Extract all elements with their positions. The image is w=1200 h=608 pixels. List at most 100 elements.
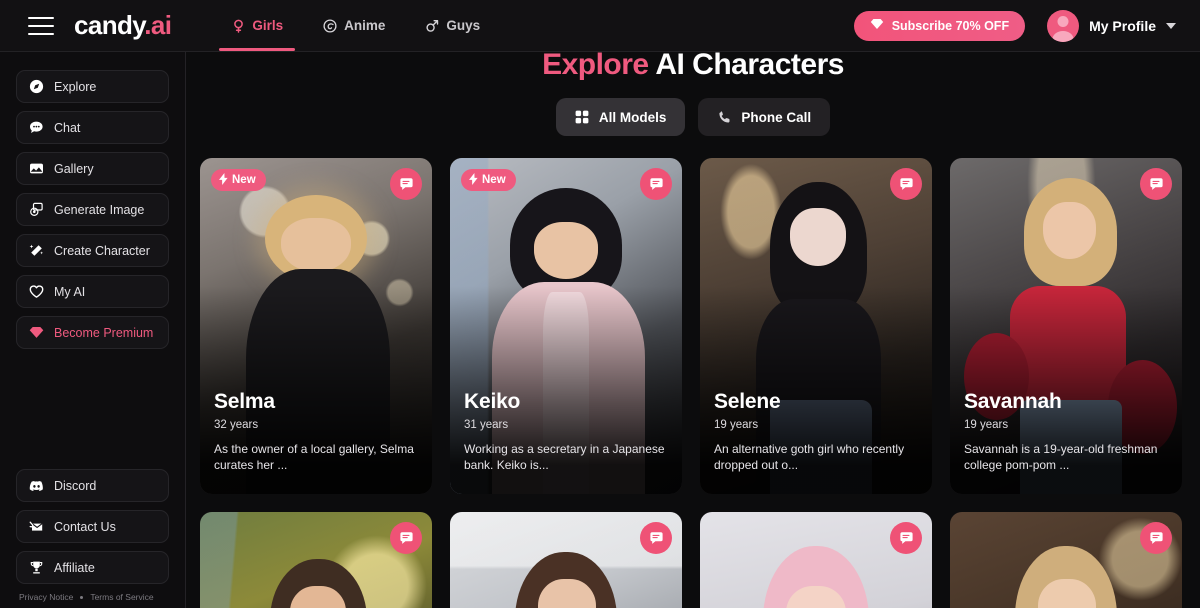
page-root: candy.ai Girls Anime Guys Subscribe 70% … [0,0,1200,608]
diamond-icon [29,325,44,340]
character-card[interactable]: New Selma 32 years As the owner of a loc… [200,158,432,494]
chevron-down-icon [1166,22,1176,29]
header-actions: Subscribe 70% OFF My Profile [853,9,1176,42]
sidebar-item-my-ai[interactable]: My AI [16,275,169,308]
chat-button[interactable] [390,168,422,200]
terms-of-service-link[interactable]: Terms of Service [90,592,153,602]
privacy-notice-link[interactable]: Privacy Notice [19,592,73,602]
tab-phone-call-label: Phone Call [741,109,812,125]
phone-icon [717,110,732,125]
filter-tabs: All Models Phone Call [186,98,1200,136]
new-badge-label: New [232,174,256,186]
sidebar-item-explore[interactable]: Explore [16,70,169,103]
nav-tab-anime-label: Anime [344,18,386,33]
nav-tab-girls-label: Girls [252,18,284,33]
page-title-highlight: Explore [542,52,649,81]
nav-tab-anime[interactable]: Anime [311,0,397,52]
nav-tab-guys-label: Guys [446,18,481,33]
sidebar-item-my-ai-label: My AI [54,284,86,299]
chat-button[interactable] [890,522,922,554]
sidebar-item-generate-image-label: Generate Image [54,202,145,217]
avatar [1047,9,1080,42]
top-header: candy.ai Girls Anime Guys Subscribe 70% … [0,0,1200,52]
grid-icon [575,110,590,125]
magic-wand-icon [29,243,44,258]
hamburger-icon[interactable] [28,16,54,35]
character-card[interactable]: Selene 19 years An alternative goth girl… [700,158,932,494]
new-badge: New [461,169,516,191]
card-info: Savannah 19 years Savannah is a 19-year-… [964,390,1170,474]
legal-links: Privacy Notice Terms of Service [16,592,169,602]
sidebar-item-chat[interactable]: Chat [16,111,169,144]
compass-icon [29,79,44,94]
sidebar-item-chat-label: Chat [54,120,81,135]
sidebar-bottom: Discord Contact Us Affiliate Privacy Not… [16,469,169,608]
character-card[interactable]: Savannah 19 years Savannah is a 19-year-… [950,158,1182,494]
character-description: Working as a secretary in a Japanese ban… [464,442,665,473]
nav-tab-girls[interactable]: Girls [219,0,295,52]
character-card[interactable] [950,512,1182,608]
discord-icon [29,478,44,493]
chat-bubble-icon [1149,177,1163,190]
chat-button[interactable] [1140,522,1172,554]
app-logo[interactable]: candy.ai [74,10,172,41]
main-content: Explore AI Characters All Models Phone C… [186,52,1200,608]
new-badge: New [211,169,266,191]
chat-bubble-icon [1149,531,1163,544]
sidebar-item-discord-label: Discord [54,478,97,493]
generate-image-icon [29,202,44,217]
profile-menu[interactable]: My Profile [1047,9,1176,42]
legal-separator [80,595,84,599]
sidebar-item-create-character-label: Create Character [54,243,150,258]
nav-tab-guys[interactable]: Guys [413,0,492,52]
character-card[interactable] [200,512,432,608]
chat-bubble-icon [899,177,913,190]
sidebar-item-gallery[interactable]: Gallery [16,152,169,185]
subscribe-button[interactable]: Subscribe 70% OFF [853,10,1026,41]
tab-all-models[interactable]: All Models [555,98,686,136]
chat-bubble-icon [649,177,663,190]
chat-button[interactable] [640,522,672,554]
character-description: As the owner of a local gallery, Selma c… [214,442,414,473]
chat-bubble-icon [29,120,44,135]
gallery-icon [29,161,44,176]
sidebar-item-affiliate[interactable]: Affiliate [16,551,169,584]
sidebar-item-gallery-label: Gallery [54,161,94,176]
chat-bubble-icon [899,531,913,544]
chat-button[interactable] [390,522,422,554]
character-age: 31 years [464,419,509,432]
sidebar-item-discord[interactable]: Discord [16,469,169,502]
sidebar: Explore Chat Gallery Generate Image Crea [0,52,186,608]
character-age: 19 years [964,419,1009,432]
bolt-icon [469,172,478,188]
page-title: Explore AI Characters [186,52,1200,82]
card-info: Selene 19 years An alternative goth girl… [714,390,920,474]
character-age: 19 years [714,419,759,432]
chat-button[interactable] [1140,168,1172,200]
tab-phone-call[interactable]: Phone Call [698,98,831,136]
sidebar-item-generate-image[interactable]: Generate Image [16,193,169,226]
character-name: Selma [214,390,275,413]
sidebar-item-explore-label: Explore [54,79,97,94]
chat-button[interactable] [640,168,672,200]
character-description: Savannah is a 19-year-old freshman colle… [964,442,1158,473]
sidebar-item-contact-us[interactable]: Contact Us [16,510,169,543]
character-card[interactable]: New Keiko 31 years Working as a secretar… [450,158,682,494]
venus-icon [231,19,245,33]
page-title-rest: AI Characters [655,52,844,81]
sidebar-item-create-character[interactable]: Create Character [16,234,169,267]
chat-button[interactable] [890,168,922,200]
character-grid: New Selma 32 years As the owner of a loc… [200,158,1200,608]
card-info: Selma 32 years As the owner of a local g… [214,390,420,474]
new-badge-label: New [482,174,506,186]
character-card[interactable] [700,512,932,608]
diamond-icon [870,18,884,33]
character-age: 32 years [214,419,259,432]
character-name: Savannah [964,390,1062,413]
character-card[interactable] [450,512,682,608]
sidebar-item-become-premium[interactable]: Become Premium [16,316,169,349]
chat-bubble-icon [649,531,663,544]
logo-text: candy [74,10,145,40]
sidebar-item-affiliate-label: Affiliate [54,560,95,575]
